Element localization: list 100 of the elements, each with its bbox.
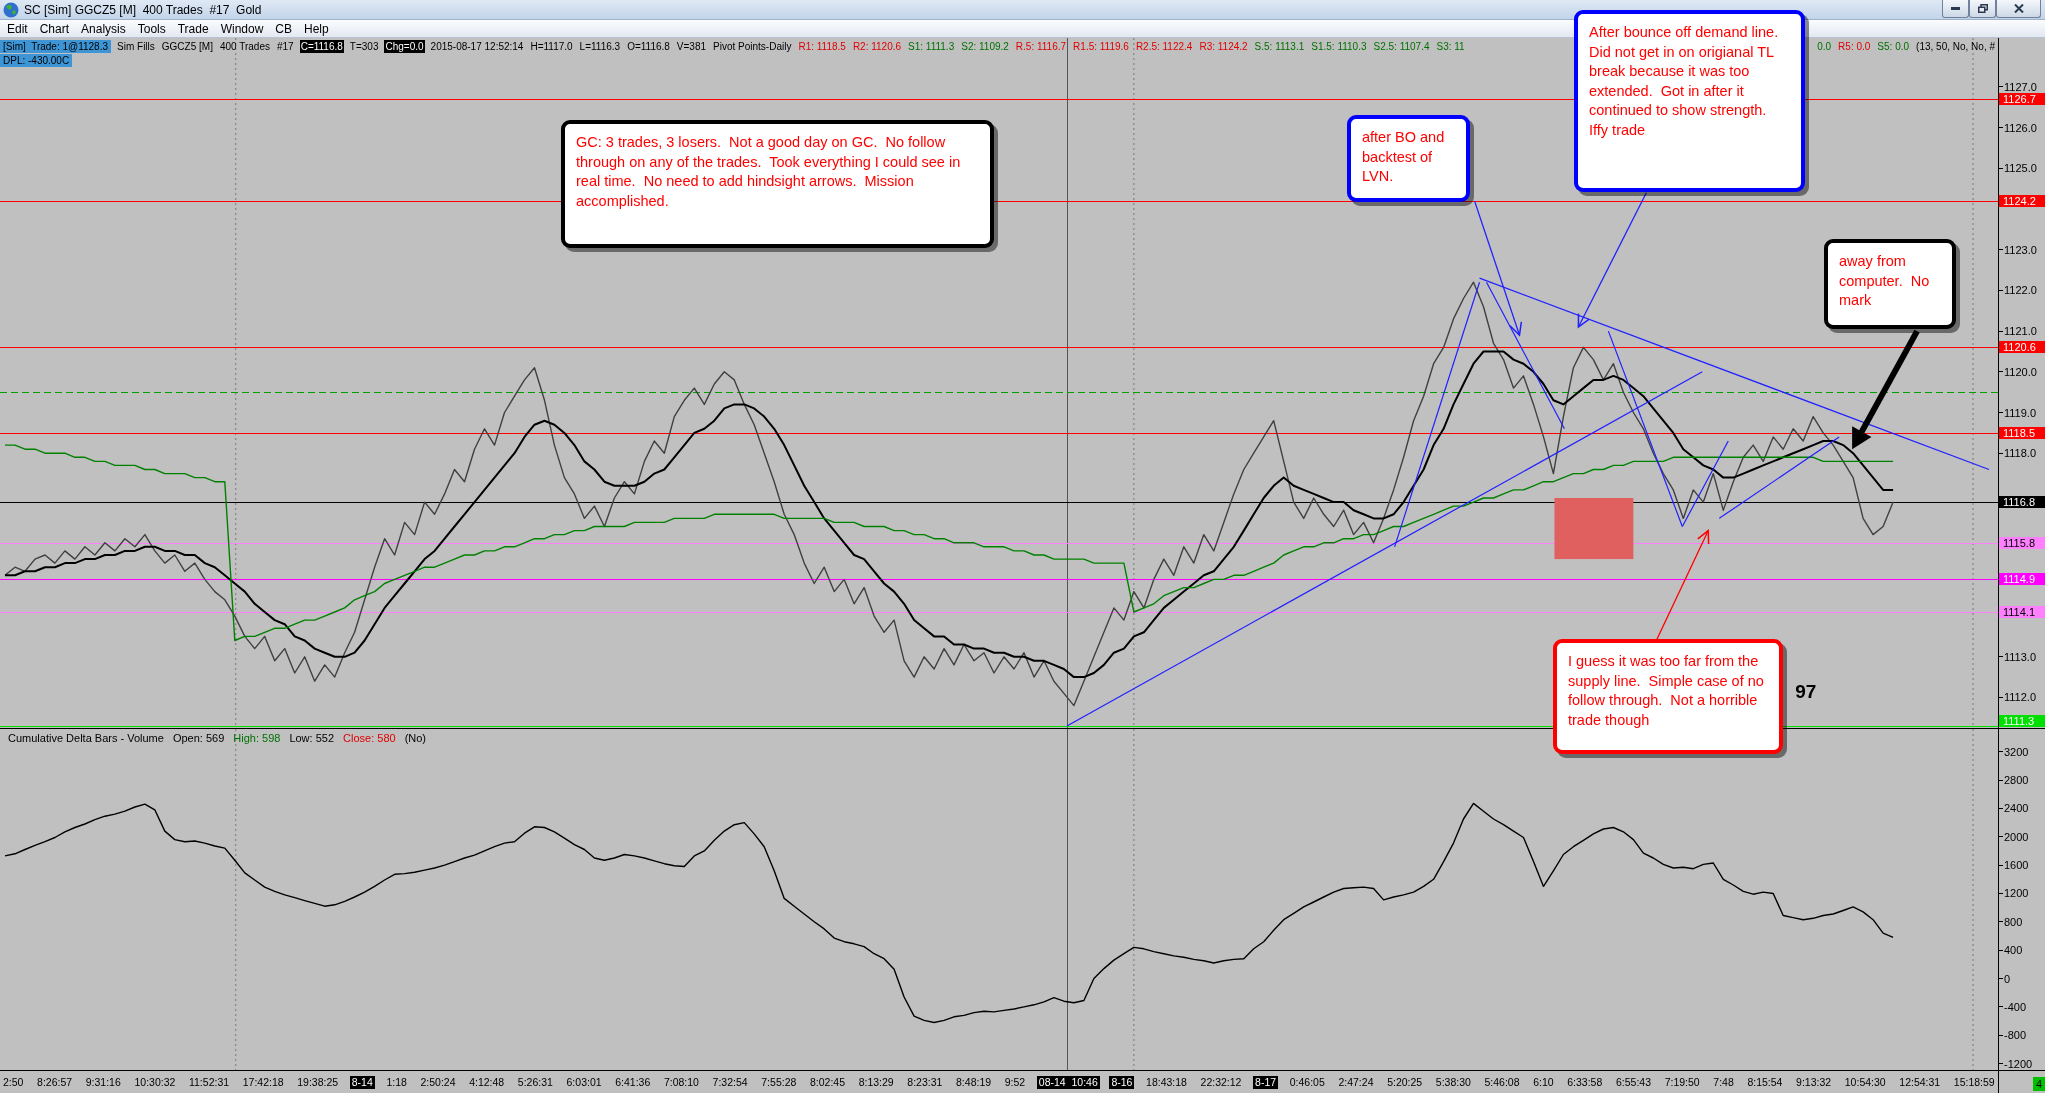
chart-info-text: H=1117.0 bbox=[529, 39, 574, 53]
menu-item[interactable]: Trade bbox=[171, 20, 215, 37]
chart-info-text: 2015-08-17 12:52:14 bbox=[429, 39, 525, 53]
price-marker: 1114.1 bbox=[1999, 605, 2045, 618]
date-marker: 8-17 bbox=[1253, 1075, 1279, 1089]
study-legend-text: Open: 569 bbox=[172, 732, 225, 745]
date-marker: 8-16 bbox=[1109, 1075, 1135, 1089]
delta-axis-label: 2800 bbox=[1999, 774, 2029, 787]
delta-axis-label: 0 bbox=[1999, 972, 2011, 985]
time-axis-label: 7:19:50 bbox=[1663, 1075, 1701, 1089]
menu-item[interactable]: Tools bbox=[131, 20, 172, 37]
minimize-button[interactable] bbox=[1942, 0, 1969, 18]
delta-axis-label: 2000 bbox=[1999, 830, 2029, 843]
pivot-info-text: S2.5: 1107.4 bbox=[1372, 39, 1431, 53]
time-axis-label: 8:26:57 bbox=[36, 1075, 74, 1089]
menu-item[interactable]: Window bbox=[214, 20, 270, 37]
pivot-info-text: 0.0 bbox=[1816, 39, 1833, 53]
time-axis-label: 2:50:24 bbox=[419, 1075, 457, 1089]
delta-axis-label: 800 bbox=[1999, 915, 2023, 928]
price-marker: 1126.7 bbox=[1999, 93, 2045, 106]
time-axis-label: 8:02:45 bbox=[808, 1075, 846, 1089]
pivot-info-text: S.5: 1113.1 bbox=[1253, 39, 1306, 53]
close-button[interactable] bbox=[1996, 0, 2041, 18]
chart-info-text: O=1116.8 bbox=[626, 39, 671, 53]
delta-axis-label: 400 bbox=[1999, 944, 2023, 957]
chart-info-value: C=1116.8 bbox=[299, 39, 344, 53]
time-axis-label: 12:54:31 bbox=[1898, 1075, 1942, 1089]
chart-info-text: (13, 50, No, No, # bbox=[1915, 39, 1996, 53]
time-axis-label: 5:26:31 bbox=[516, 1075, 554, 1089]
cursor-time-label: 08-14 10:46 bbox=[1036, 1075, 1100, 1089]
axis-badge: 4 bbox=[2032, 1077, 2045, 1091]
price-marker: 1116.8 bbox=[1999, 496, 2045, 509]
price-axis-label: 1119.0 bbox=[1999, 406, 2036, 419]
pivot-info-text: S2: 1109.2 bbox=[960, 39, 1010, 53]
menu-item[interactable]: Analysis bbox=[75, 20, 132, 37]
price-axis-label: 1127.0 bbox=[1999, 80, 2037, 93]
time-axis-label: 7:48 bbox=[1712, 1075, 1735, 1089]
time-axis-label: 8:15:54 bbox=[1746, 1075, 1784, 1089]
delta-axis-label: -800 bbox=[1999, 1029, 2027, 1042]
chart-info-text: T=303 bbox=[348, 39, 380, 53]
chart-info-value: Chg=0.0 bbox=[384, 39, 425, 53]
time-axis-label: 8:23:31 bbox=[906, 1075, 944, 1089]
time-axis-label: 2:47:24 bbox=[1337, 1075, 1375, 1089]
pivot-info-text: R3: 1124.2 bbox=[1198, 39, 1249, 53]
pivot-info-text: R.5: 1116.7 bbox=[1014, 39, 1068, 53]
trade-info-label: DPL: -430.00C bbox=[0, 53, 73, 67]
close-icon bbox=[2013, 4, 2024, 13]
price-axis-label: 1126.0 bbox=[1999, 121, 2037, 134]
delta-axis-label: -1200 bbox=[1999, 1057, 2033, 1070]
menu-item[interactable]: CB bbox=[269, 20, 298, 37]
time-axis-label: 22:32:12 bbox=[1199, 1075, 1243, 1089]
restore-button[interactable] bbox=[1969, 0, 1996, 18]
pivot-info-text: S1.5: 1110.3 bbox=[1310, 39, 1368, 53]
time-axis-label: 5:38:30 bbox=[1434, 1075, 1472, 1089]
time-axis-label: 5:46:08 bbox=[1483, 1075, 1521, 1089]
time-axis-label: 0:46:05 bbox=[1288, 1075, 1326, 1089]
menu-item[interactable]: Edit bbox=[1, 20, 34, 37]
time-axis-label: 7:08:10 bbox=[662, 1075, 700, 1089]
window-title: SC [Sim] GGCZ5 [M] 400 Trades #17 Gold bbox=[24, 2, 262, 17]
pivot-info-text: R2: 1120.6 bbox=[851, 39, 903, 53]
delta-axis-label: -400 bbox=[1999, 1000, 2027, 1013]
annotation-note: After bounce off demand line. Did not get in on origianal TL break because it was too extended. Got in after it continued to show strength. Iffy trade bbox=[1574, 10, 1805, 192]
chart-info-text: L=1116.3 bbox=[578, 39, 622, 53]
time-axis-label: 1:18 bbox=[385, 1075, 408, 1089]
menu-item[interactable]: Chart bbox=[33, 20, 76, 37]
restore-icon bbox=[1977, 4, 1988, 13]
price-axis-label: 1123.0 bbox=[1999, 243, 2037, 256]
date-marker: 8-14 bbox=[349, 1075, 375, 1089]
delta-axis-label: 2400 bbox=[1999, 802, 2029, 815]
price-marker: 1120.6 bbox=[1999, 341, 2045, 354]
price-marker: 1124.2 bbox=[1999, 194, 2045, 207]
study-legend-text: (No) bbox=[404, 732, 426, 745]
menu-item[interactable]: Help bbox=[298, 20, 335, 37]
delta-axis-label: 1200 bbox=[1999, 887, 2029, 900]
time-axis-label: 6:03:01 bbox=[565, 1075, 603, 1089]
time-axis-label: 19:38:25 bbox=[296, 1075, 340, 1089]
time-axis-label: 4:12:48 bbox=[468, 1075, 506, 1089]
time-axis-label: 11:52:31 bbox=[187, 1075, 231, 1089]
trade-info-label: [Sim] Trade: 1@1128.3 bbox=[0, 39, 112, 53]
time-axis-label: 10:30:32 bbox=[133, 1075, 177, 1089]
time-axis-label: 8:13:29 bbox=[857, 1075, 895, 1089]
time-axis-label: 7:32:54 bbox=[711, 1075, 749, 1089]
price-axis-label: 1120.0 bbox=[1999, 365, 2037, 378]
price-marker: 1115.8 bbox=[1999, 536, 2045, 549]
globe-icon bbox=[3, 1, 19, 18]
study-legend-text: Close: 580 bbox=[343, 732, 396, 745]
pivot-info-text: R5: 0.0 bbox=[1837, 39, 1872, 53]
minimize-icon bbox=[1951, 7, 1960, 10]
price-axis-label: 1118.0 bbox=[1999, 447, 2036, 460]
delta-axis-label: 1600 bbox=[1999, 859, 2029, 872]
chart-info-text: GGCZ5 [M] bbox=[160, 39, 214, 53]
price-axis-label: 1125.0 bbox=[1999, 162, 2037, 175]
price-axis-label: 1121.0 bbox=[1999, 325, 2037, 338]
price-axis-label: 1113.0 bbox=[1999, 650, 2036, 663]
price-marker: 1111.3 bbox=[1999, 715, 2045, 727]
time-axis-label: 6:41:36 bbox=[614, 1075, 652, 1089]
price-marker: 1118.5 bbox=[1999, 426, 2045, 439]
price-axis-label: 1122.0 bbox=[1999, 284, 2037, 297]
time-axis-label: 9:13:32 bbox=[1795, 1075, 1833, 1089]
time-axis-label: 17:42:18 bbox=[241, 1075, 285, 1089]
